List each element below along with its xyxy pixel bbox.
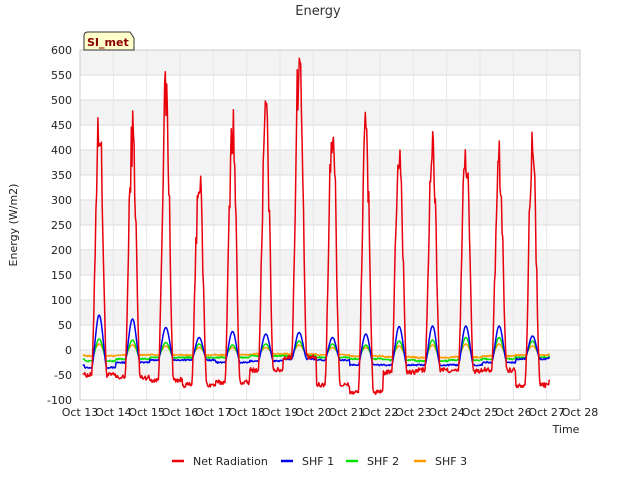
y-tick-label: 50 (58, 319, 72, 332)
y-tick-label: 200 (51, 244, 72, 257)
legend-item: Net Radiation (172, 455, 268, 468)
x-tick-label: Oct 26 (495, 406, 532, 419)
x-tick-label: Oct 25 (462, 406, 499, 419)
x-tick-label: Oct 20 (295, 406, 332, 419)
x-tick-label: Oct 28 (562, 406, 599, 419)
y-tick-label: 550 (51, 69, 72, 82)
legend-label: SHF 1 (302, 455, 334, 468)
y-tick-label: -50 (54, 369, 72, 382)
legend-item: SHF 2 (346, 455, 399, 468)
legend-item: SHF 1 (281, 455, 334, 468)
y-tick-label: 600 (51, 44, 72, 57)
background-band (80, 250, 580, 275)
legend-label: SHF 2 (367, 455, 399, 468)
x-tick-label: Oct 22 (362, 406, 399, 419)
y-axis-title: Energy (W/m2) (7, 184, 20, 267)
site-label: SI_met (87, 36, 129, 49)
y-tick-label: 350 (51, 169, 72, 182)
y-tick-label: 250 (51, 219, 72, 232)
x-axis-title: Time (552, 423, 580, 436)
legend-label: SHF 3 (435, 455, 467, 468)
y-tick-label: 150 (51, 269, 72, 282)
y-tick-label: 0 (65, 344, 72, 357)
x-tick-label: Oct 27 (528, 406, 565, 419)
x-tick-label: Oct 17 (195, 406, 232, 419)
x-tick-label: Oct 15 (128, 406, 165, 419)
y-tick-label: 500 (51, 94, 72, 107)
legend-item: SHF 3 (414, 455, 467, 468)
x-tick-label: Oct 16 (162, 406, 199, 419)
y-tick-label: 100 (51, 294, 72, 307)
x-tick-label: Oct 19 (262, 406, 299, 419)
x-tick-label: Oct 13 (62, 406, 99, 419)
y-tick-labels: -100-50050100150200250300350400450500550… (47, 44, 72, 407)
y-tick-label: 300 (51, 194, 72, 207)
energy-chart: -100-50050100150200250300350400450500550… (7, 4, 599, 468)
x-tick-labels: Oct 13Oct 14Oct 15Oct 16Oct 17Oct 18Oct … (62, 406, 599, 419)
x-tick-label: Oct 23 (395, 406, 432, 419)
x-tick-label: Oct 24 (428, 406, 465, 419)
background-band (80, 50, 580, 75)
legend: Net Radiation SHF 1 SHF 2 SHF 3 (172, 455, 467, 468)
x-tick-label: Oct 14 (95, 406, 132, 419)
site-label-badge: SI_met (83, 31, 135, 51)
legend-label: Net Radiation (193, 455, 268, 468)
x-tick-label: Oct 21 (328, 406, 365, 419)
background-band (80, 100, 580, 125)
x-tick-label: Oct 18 (228, 406, 265, 419)
chart-title: Energy (295, 4, 341, 19)
y-tick-label: 450 (51, 119, 72, 132)
y-tick-label: 400 (51, 144, 72, 157)
